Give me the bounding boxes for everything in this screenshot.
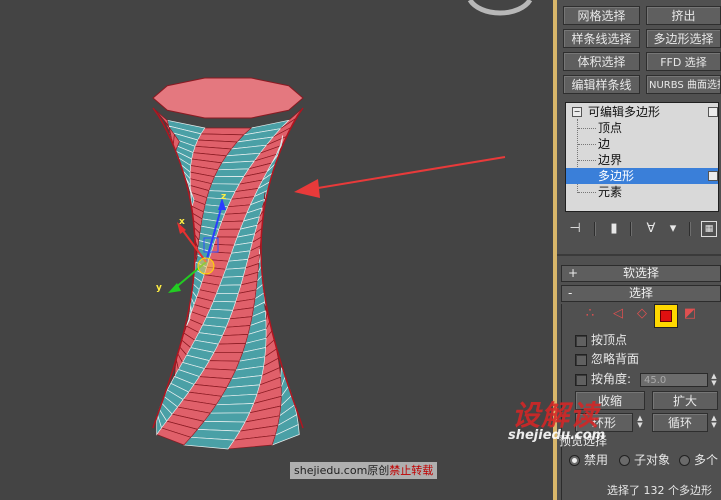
light-bulb-icon[interactable] — [708, 171, 718, 181]
angle-input[interactable]: 45.0 — [640, 373, 708, 387]
rollout-title: 软选择 — [622, 266, 659, 280]
gizmo-y-label: y — [156, 283, 162, 293]
grow-button[interactable]: 扩大 — [652, 391, 718, 410]
separator — [557, 254, 721, 256]
gizmo-center-handle — [197, 257, 215, 275]
stack-root-label: 可编辑多边形 — [588, 105, 661, 119]
pin-icon[interactable]: ⊣ — [567, 221, 583, 237]
separator — [630, 222, 632, 236]
viewport-canvas[interactable] — [0, 0, 556, 500]
configure-sets-icon[interactable]: ▦ — [701, 221, 717, 237]
preview-multi-label: 多个 — [694, 453, 719, 467]
stack-item-label: 边界 — [598, 153, 623, 167]
loop-spinner[interactable]: ▲ ▼ — [710, 415, 718, 429]
gizmo-z-label: z — [221, 192, 227, 202]
mesh-face — [221, 212, 248, 223]
by-angle-label: 按角度: — [591, 372, 632, 386]
mesh-face — [218, 220, 245, 230]
selection-rollout[interactable]: - 选择 — [561, 285, 721, 302]
separator — [689, 222, 691, 236]
annotation-arrowhead — [294, 179, 320, 198]
extrude-button[interactable]: 挤出 — [646, 6, 721, 25]
volume-select-button[interactable]: 体积选择 — [563, 52, 640, 71]
watermark-url: shejiedu.com — [508, 428, 606, 443]
mesh-face — [203, 412, 251, 423]
mesh-face — [213, 343, 247, 353]
watermark-badge-site: shejiedu.com原创 — [294, 464, 390, 477]
stack-item-label: 顶点 — [598, 121, 623, 135]
show-end-result-icon[interactable]: ▮ — [606, 221, 622, 237]
angle-spinner[interactable]: ▲ ▼ — [710, 373, 718, 387]
ffd-select-button[interactable]: FFD 选择 — [646, 52, 721, 71]
soft-selection-rollout[interactable]: + 软选择 — [561, 265, 721, 282]
stack-item-element[interactable]: 元素 — [566, 184, 718, 200]
preview-off-label: 禁用 — [584, 453, 609, 467]
ignore-backfacing-checkbox[interactable] — [575, 354, 587, 366]
stack-item-editable-poly[interactable]: − 可编辑多边形 — [566, 104, 718, 120]
stack-item-label: 元素 — [598, 185, 623, 199]
ignore-backfacing-label: 忽略背面 — [591, 352, 640, 366]
stack-item-label: 边 — [598, 137, 611, 151]
preview-subobject-radio[interactable] — [619, 455, 630, 466]
mesh-face — [209, 403, 255, 414]
mesh-face — [210, 176, 245, 185]
stack-item-vertex[interactable]: 顶点 — [566, 120, 718, 136]
spline-select-button[interactable]: 样条线选择 — [563, 29, 640, 48]
element-level-icon[interactable]: ◩ — [681, 305, 699, 323]
mesh-face — [215, 228, 241, 238]
gizmo-x-label: x — [179, 217, 185, 227]
stack-item-label: 多边形 — [598, 169, 635, 183]
viewport-perspective[interactable]: x y z shejiedu.com原创禁止转载 — [0, 0, 556, 500]
preview-off-radio[interactable] — [569, 455, 580, 466]
mesh-face — [222, 267, 247, 278]
mesh-face — [208, 351, 244, 362]
mesh-face — [209, 300, 237, 311]
loop-button[interactable]: 循环 — [652, 413, 708, 432]
vertex-level-icon[interactable]: ∴ — [581, 305, 599, 323]
edit-spline-button[interactable]: 编辑样条线 — [563, 75, 640, 94]
stack-item-border[interactable]: 边界 — [566, 152, 718, 168]
mesh-face — [213, 168, 250, 178]
watermark-badge-warning: 禁止转载 — [389, 464, 434, 477]
selection-status-text: 选择了 132 个多边形 — [607, 484, 712, 497]
stack-item-edge[interactable]: 边 — [566, 136, 718, 152]
polygon-level-icon[interactable] — [654, 304, 678, 328]
rollout-title: 选择 — [628, 286, 653, 300]
nurbs-surface-select-button[interactable]: NURBS 曲面选择 — [646, 75, 721, 94]
light-bulb-icon[interactable] — [708, 107, 718, 117]
by-vertex-checkbox[interactable] — [575, 335, 587, 347]
make-unique-icon[interactable]: ∀ — [643, 221, 659, 237]
ring-spinner[interactable]: ▲ ▼ — [636, 415, 644, 429]
modifier-stack-toolbar: ⊣ ▮ ∀ ▾ ▦ — [557, 214, 721, 244]
annotation-arrow-shaft — [311, 156, 506, 190]
poly-select-button[interactable]: 多边形选择 — [646, 29, 721, 48]
stack-item-polygon[interactable]: 多边形 — [566, 168, 718, 184]
preview-multi-radio[interactable] — [679, 455, 690, 466]
mesh-face — [219, 276, 244, 286]
by-angle-checkbox[interactable] — [575, 374, 587, 386]
trash-icon[interactable]: ▾ — [665, 221, 681, 237]
mesh-face — [212, 292, 239, 303]
mesh-face — [217, 334, 249, 345]
background-object-arc — [467, 0, 533, 16]
watermark-badge: shejiedu.com原创禁止转载 — [290, 462, 438, 479]
separator — [594, 222, 596, 236]
collapse-minus-icon[interactable]: − — [572, 107, 582, 117]
border-level-icon[interactable]: ◇ — [633, 305, 651, 323]
preview-subobject-label: 子对象 — [634, 453, 671, 467]
mesh-face — [216, 284, 242, 294]
edge-level-icon[interactable]: ◁ — [609, 305, 627, 323]
modifier-stack-list[interactable]: − 可编辑多边形 顶点 边 边界 多边形 元素 — [565, 102, 719, 212]
top-cap-face — [152, 77, 304, 119]
by-vertex-label: 按顶点 — [591, 333, 628, 347]
mesh-select-button[interactable]: 网格选择 — [563, 6, 640, 25]
